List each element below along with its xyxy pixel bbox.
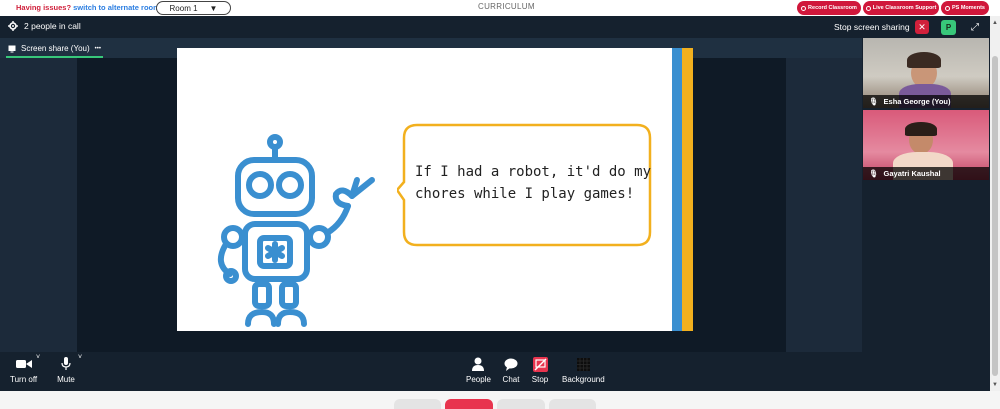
app-root: Having issues? switch to alternate room … [0,0,1000,409]
person-icon [469,356,487,372]
participant-name: Gayatri Kaushal [883,169,941,178]
fullscreen-icon[interactable]: ⤢ [968,20,982,34]
participant-hair [907,52,941,68]
participant-sidebar: 🎙 Esha George (You) 🎙 Gayatri Kaushal [862,38,990,352]
shared-slide: If I had a robot, it'd do my chores whil… [177,48,693,331]
microphone-icon [57,356,75,372]
screen-icon[interactable] [497,399,545,409]
scroll-up-icon[interactable]: ▲ [992,20,998,26]
mute-label: Mute [57,375,75,384]
chevron-down-icon[interactable]: ˅ [78,354,82,361]
robot-illustration [217,134,375,327]
alternate-room-notice: Having issues? switch to alternate room [16,3,160,12]
chat-button[interactable]: Chat [502,356,520,384]
chat-label: Chat [502,375,520,384]
camera-toggle-button[interactable]: Turn off [10,356,37,384]
participant-hair [905,122,937,136]
page-bottom-strip [0,391,1000,409]
tab-screen-share[interactable]: Screen share (You) ••• [6,41,103,58]
slide-stripe-yellow [682,48,693,331]
stop-sharing-label[interactable]: Stop screen sharing [834,22,910,32]
camera-icon [15,356,33,372]
people-button[interactable]: People [466,356,491,384]
top-strip: Having issues? switch to alternate room … [0,0,1000,16]
mute-button[interactable]: Mute [57,356,75,384]
tab-label: Screen share (You) [21,44,90,53]
page-scrollbar[interactable]: ▲ ▼ [990,16,1000,391]
participant-tile[interactable]: 🎙 Gayatri Kaushal [863,110,989,180]
alternate-room-link[interactable]: switch to alternate room [73,3,160,12]
call-controls: Turn off ˅ Mute ˅ People Chat Stop Backg… [0,352,990,391]
mic-icon: 🎙 [869,97,879,106]
end-call-icon[interactable] [445,399,493,409]
slide-quote: If I had a robot, it'd do my chores whil… [415,161,655,205]
ps-moments-label: PS Moments [951,5,985,11]
live-support-button[interactable]: Live Classroom Support [863,1,939,15]
chat-icon [502,356,520,372]
call-header: 2 people in call Stop screen sharing ✕ P… [0,16,990,38]
record-classroom-button[interactable]: Record Classroom [797,1,861,15]
ps-moments-button[interactable]: PS Moments [941,1,989,15]
stop-share-button[interactable]: Stop [531,356,549,384]
support-icon [865,5,871,11]
fullscreen-icon[interactable] [394,399,441,409]
slide-quote-line-1: If I had a robot, it'd do my [415,164,652,180]
participant-name: Esha George (You) [883,97,951,106]
room-label: Room 1 [169,3,198,13]
caret-down-icon: ▼ [209,3,218,13]
participant-name-bar: 🎙 Gayatri Kaushal [863,167,989,180]
participant-tile[interactable]: 🎙 Esha George (You) [863,38,989,108]
people-label: People [466,375,491,384]
turn-off-label: Turn off [10,375,38,384]
people-count-text: 2 people in call [24,21,81,31]
chevron-down-icon[interactable]: ˅ [36,354,40,361]
stop-share-icon [531,356,549,372]
gear-icon[interactable] [8,21,18,31]
stop-sharing-button[interactable]: ✕ [915,20,929,34]
record-classroom-label: Record Classroom [808,5,857,11]
live-support-label: Live Classroom Support [872,5,937,11]
profile-avatar[interactable]: P [941,20,956,35]
slide-stripe-blue [672,48,682,331]
moments-icon [944,5,950,11]
mic-icon: 🎙 [869,169,879,178]
background-label: Background [562,375,605,384]
globe-icon[interactable] [549,399,596,409]
slide-quote-line-2: chores while I play games! [415,186,635,202]
people-count: 2 people in call [8,21,81,31]
issue-prefix: Having issues? [16,3,72,12]
background-button[interactable]: Background [562,356,605,384]
participant-name-bar: 🎙 Esha George (You) [863,95,989,108]
record-icon [801,5,807,11]
more-options-icon[interactable]: ••• [95,46,101,52]
room-selector[interactable]: Room 1 ▼ [156,1,231,15]
scroll-down-icon[interactable]: ▼ [992,382,998,388]
stop-label: Stop [531,375,549,384]
background-icon [574,356,592,372]
curriculum-title: CURRICULUM [478,2,535,11]
screen-share-icon [8,45,16,52]
scroll-thumb[interactable] [992,56,998,376]
